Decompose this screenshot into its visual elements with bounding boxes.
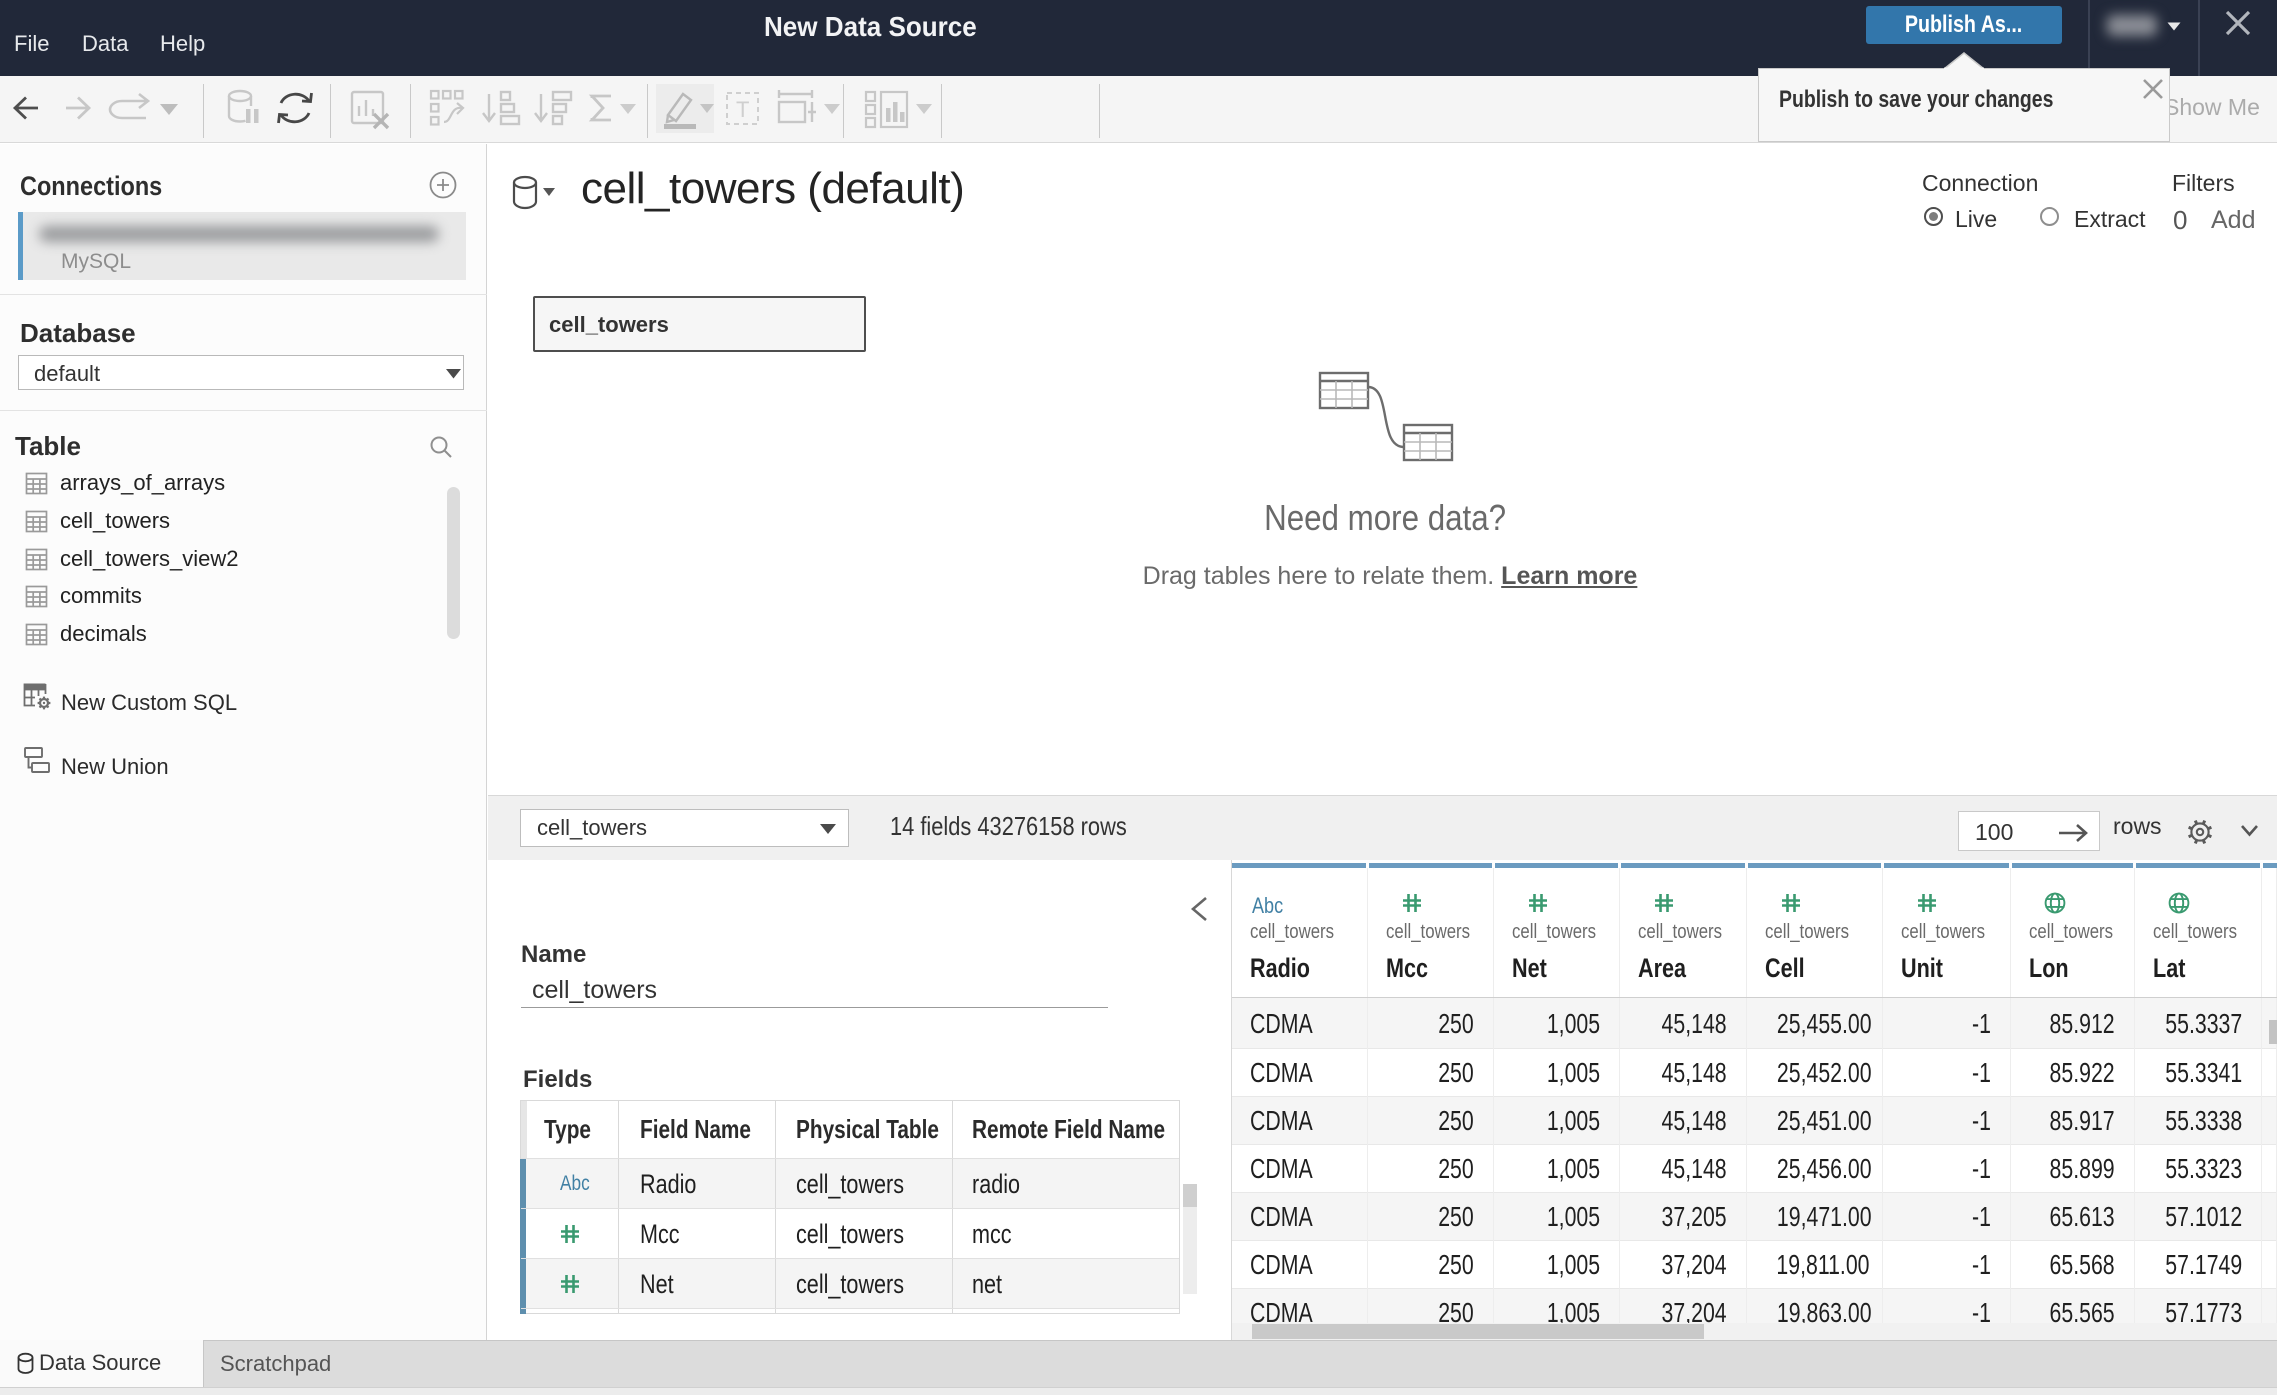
svg-text:T: T [736, 97, 749, 122]
